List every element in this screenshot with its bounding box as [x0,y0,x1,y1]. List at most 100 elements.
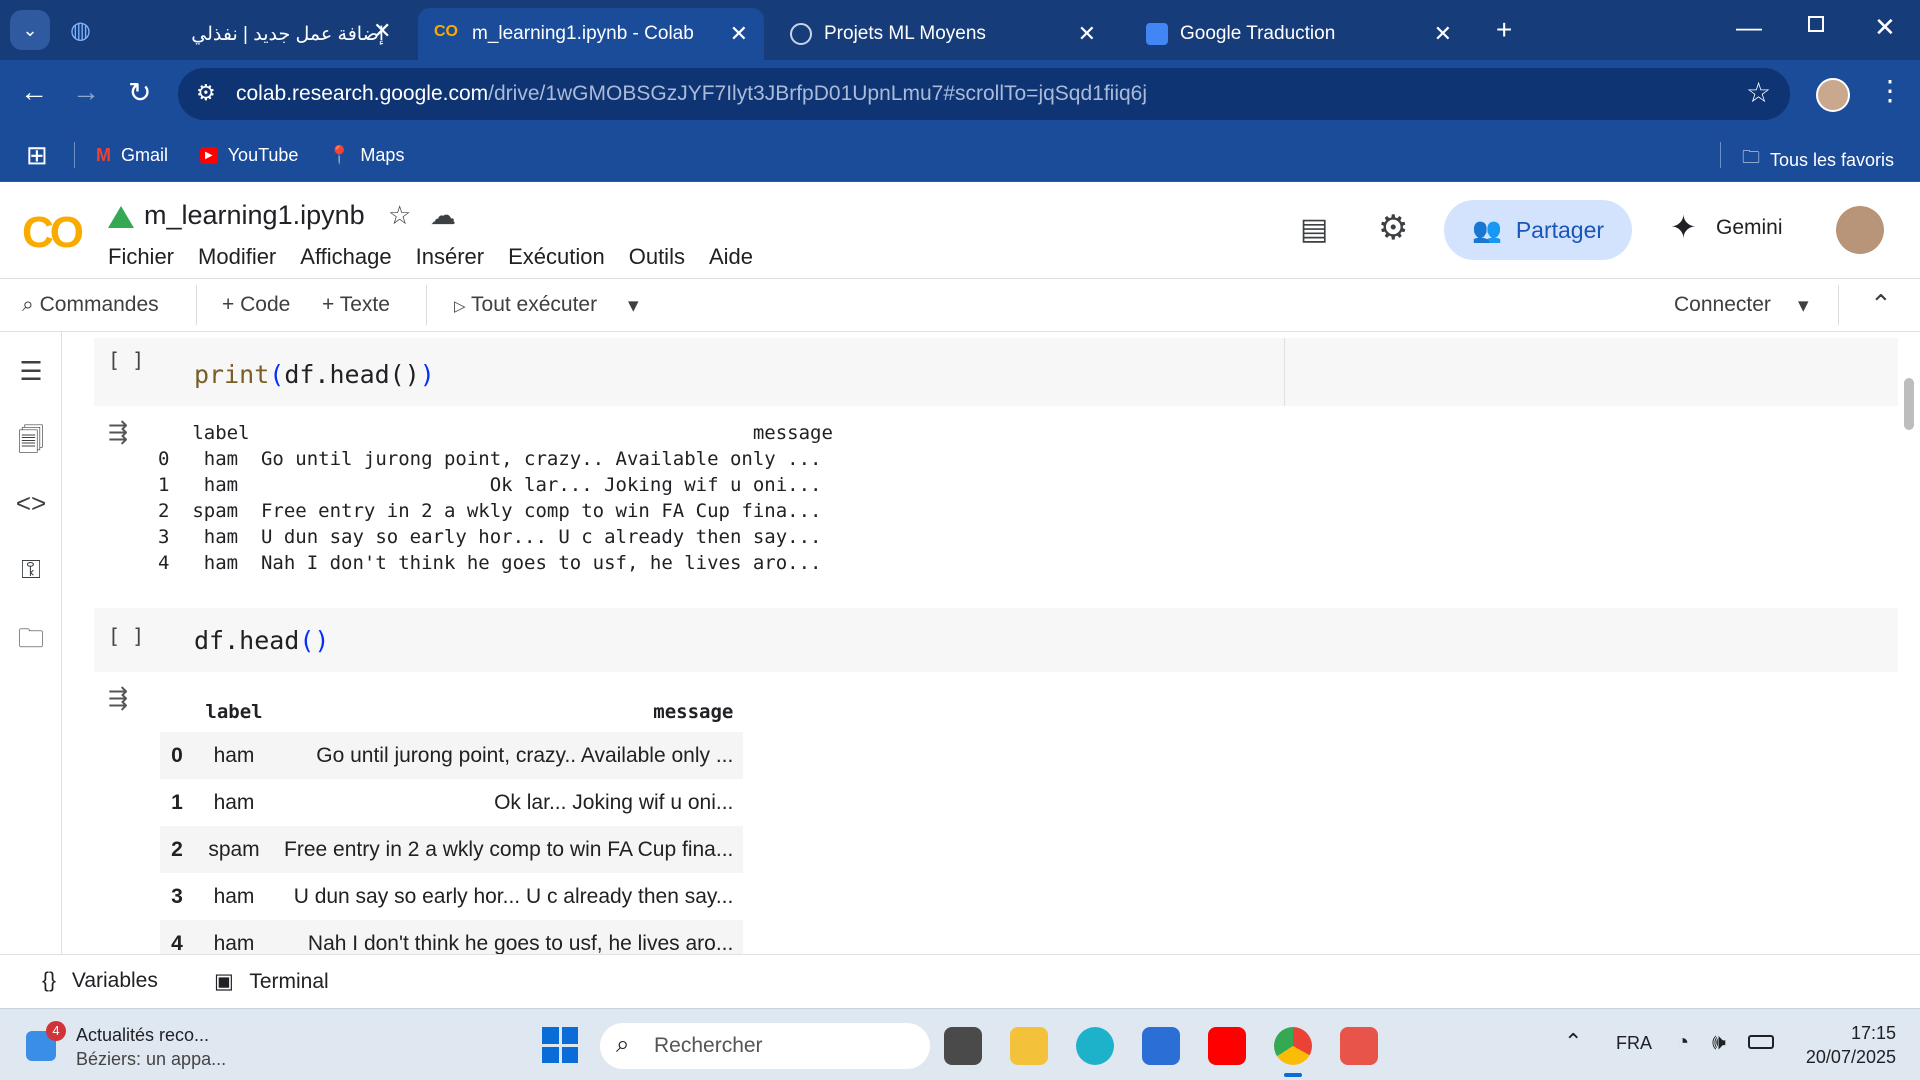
run-options-chevron-icon[interactable]: ▾ [628,293,639,318]
menu-outils[interactable]: Outils [629,244,685,270]
notebook-name[interactable]: m_learning1.ipynb [144,200,365,231]
menu-inserer[interactable]: Insérer [416,244,484,270]
code-snippets-icon[interactable]: <> [14,488,48,522]
volume-icon[interactable]: 🕪 [1712,1029,1726,1055]
collapse-chevron-up-icon[interactable]: ⌃ [1870,289,1892,320]
restore-icon[interactable] [1808,16,1824,32]
wifi-icon[interactable]: ◔ [1676,1029,1689,1055]
account-avatar[interactable] [1836,206,1884,254]
row-index: 1 [171,790,183,814]
add-text-button[interactable]: + Texte [322,293,390,317]
show-hidden-icons-chevron-icon[interactable]: ⌃ [1564,1029,1582,1055]
browser-menu-icon[interactable]: ⋮ [1876,74,1904,107]
settings-gear-icon[interactable]: ⚙ [1378,208,1408,248]
add-code-button[interactable]: + Code [222,293,290,317]
close-window-icon[interactable]: ✕ [1874,12,1896,43]
notification-badge: 4 [46,1021,66,1041]
reload-icon[interactable]: ↻ [128,76,151,109]
connect-options-chevron-icon[interactable]: ▾ [1798,293,1809,318]
new-tab-plus-icon[interactable]: + [1496,14,1512,46]
row-index: 4 [160,920,194,954]
gemini-button[interactable]: Gemini [1716,216,1783,240]
forward-arrow-icon[interactable]: → [72,76,100,108]
vertical-scrollbar[interactable] [1904,378,1914,430]
output-toggle-icon[interactable]: ⇶ [108,418,128,447]
divider [1720,142,1721,168]
star-icon[interactable]: ☆ [388,200,411,231]
profile-avatar[interactable] [1816,78,1850,112]
colab-header: CO m_learning1.ipynb ☆ ☁ Fichier Modifie… [0,182,1920,278]
clock-time: 17:15 [1850,1023,1896,1043]
windows-taskbar: 4 Actualités reco... Béziers: un appa...… [0,1008,1920,1080]
tab-colab[interactable]: CO m_learning1.ipynb - Colab ✕ [418,8,764,60]
variables-button[interactable]: {} Variables [42,969,158,993]
tab-close-icon[interactable]: ✕ [373,18,391,44]
clock[interactable]: 17:15 20/07/2025 [1786,1021,1896,1069]
tab-search-button[interactable]: ⌄ [10,10,50,50]
output-toggle-icon[interactable]: ⇶ [108,684,128,713]
all-bookmarks[interactable]: 🗀 Tous les favoris [1742,145,1894,175]
bottom-panel-bar: {} Variables ▣ Terminal [0,954,1920,1008]
tab-1[interactable]: إضافة عمل جديد | نفذلي [170,8,400,60]
folder-app-icon[interactable] [1010,1027,1048,1065]
connect-button[interactable]: Connecter [1674,293,1771,317]
cloud-saved-icon[interactable]: ☁ [430,200,456,231]
code-editor[interactable]: print(df.head()) [194,360,435,389]
table-of-contents-icon[interactable]: ☰ [14,356,48,390]
bookmark-gmail[interactable]: M Gmail [96,145,168,166]
windows-start-icon[interactable] [542,1027,578,1063]
edge-browser-icon[interactable] [1076,1027,1114,1065]
file-explorer-app-icon[interactable] [944,1027,982,1065]
run-cell-button[interactable]: [ ] [108,348,144,372]
address-bar[interactable]: ⚙ colab.research.google.com/drive/1wGMOB… [178,68,1790,120]
secrets-key-icon[interactable]: ⚿ [14,554,48,588]
bookmark-label: YouTube [227,145,299,165]
snipping-tool-icon[interactable] [1340,1027,1378,1065]
colab-logo[interactable]: CO [22,208,84,258]
battery-icon[interactable] [1748,1035,1774,1049]
run-cell-button[interactable]: [ ] [108,624,144,648]
run-all-button[interactable]: ▷ Tout exécuter [454,293,597,317]
chrome-app-icon[interactable] [1274,1027,1312,1065]
back-arrow-icon[interactable]: ← [20,76,48,108]
code-cell-1[interactable]: [ ] print(df.head()) [94,338,1898,406]
notebook-toolbar: ⌕ Commandes + Code + Texte ▷ Tout exécut… [0,278,1920,332]
bookmark-youtube[interactable]: ▶ YouTube [200,145,298,166]
bookmark-star-icon[interactable]: ☆ [1746,76,1771,109]
youtube-app-icon[interactable] [1208,1027,1246,1065]
microsoft-store-icon[interactable] [1142,1027,1180,1065]
minimize-icon[interactable]: — [1736,12,1762,43]
tab-title: Projets ML Moyens [824,23,986,44]
menu-affichage[interactable]: Affichage [300,244,391,270]
taskbar-search[interactable]: ⌕ Rechercher [600,1023,930,1069]
table-row: 4 ham Nah I don't think he goes to usf, … [160,920,744,954]
files-folder-icon[interactable]: 🗀 [14,620,48,654]
terminal-button[interactable]: ▣ Terminal [214,969,329,994]
tab-translate[interactable]: Google Traduction ✕ [1130,8,1468,60]
table-row: 1 ham Ok lar... Joking wif u oni... [160,779,743,826]
tab-title: m_learning1.ipynb - Colab [472,23,694,44]
tab-close-icon[interactable]: ✕ [1434,21,1452,47]
apps-grid-icon[interactable]: ⊞ [26,140,48,171]
site-settings-icon[interactable]: ⚙ [196,80,216,106]
menu-fichier[interactable]: Fichier [108,244,174,270]
bookmark-maps[interactable]: 📍 Maps [328,145,404,166]
divider [426,285,427,325]
code-editor[interactable]: df.head() [194,626,329,655]
language-indicator[interactable]: FRA [1616,1033,1652,1054]
menu-aide[interactable]: Aide [709,244,753,270]
share-button[interactable]: 👥 Partager [1444,200,1632,260]
commands-button[interactable]: ⌕ Commandes [22,293,159,317]
tab-close-icon[interactable]: ✕ [1078,21,1096,47]
google-translate-favicon-icon [1146,23,1168,45]
chevron-down-icon: ⌄ [22,20,38,40]
menu-modifier[interactable]: Modifier [198,244,276,270]
find-replace-icon[interactable]: 🗐 [14,422,48,456]
tab-close-icon[interactable]: ✕ [730,21,748,47]
menu-execution[interactable]: Exécution [508,244,605,270]
gemini-sparkle-icon[interactable]: ✦ [1670,208,1697,246]
code-cell-2[interactable]: [ ] df.head() [94,608,1898,672]
comments-icon[interactable]: ▤ [1300,212,1328,247]
navigation-bar: ← → ↻ ⚙ colab.research.google.com/drive/… [0,60,1920,130]
tab-projets[interactable]: Projets ML Moyens ✕ [774,8,1112,60]
